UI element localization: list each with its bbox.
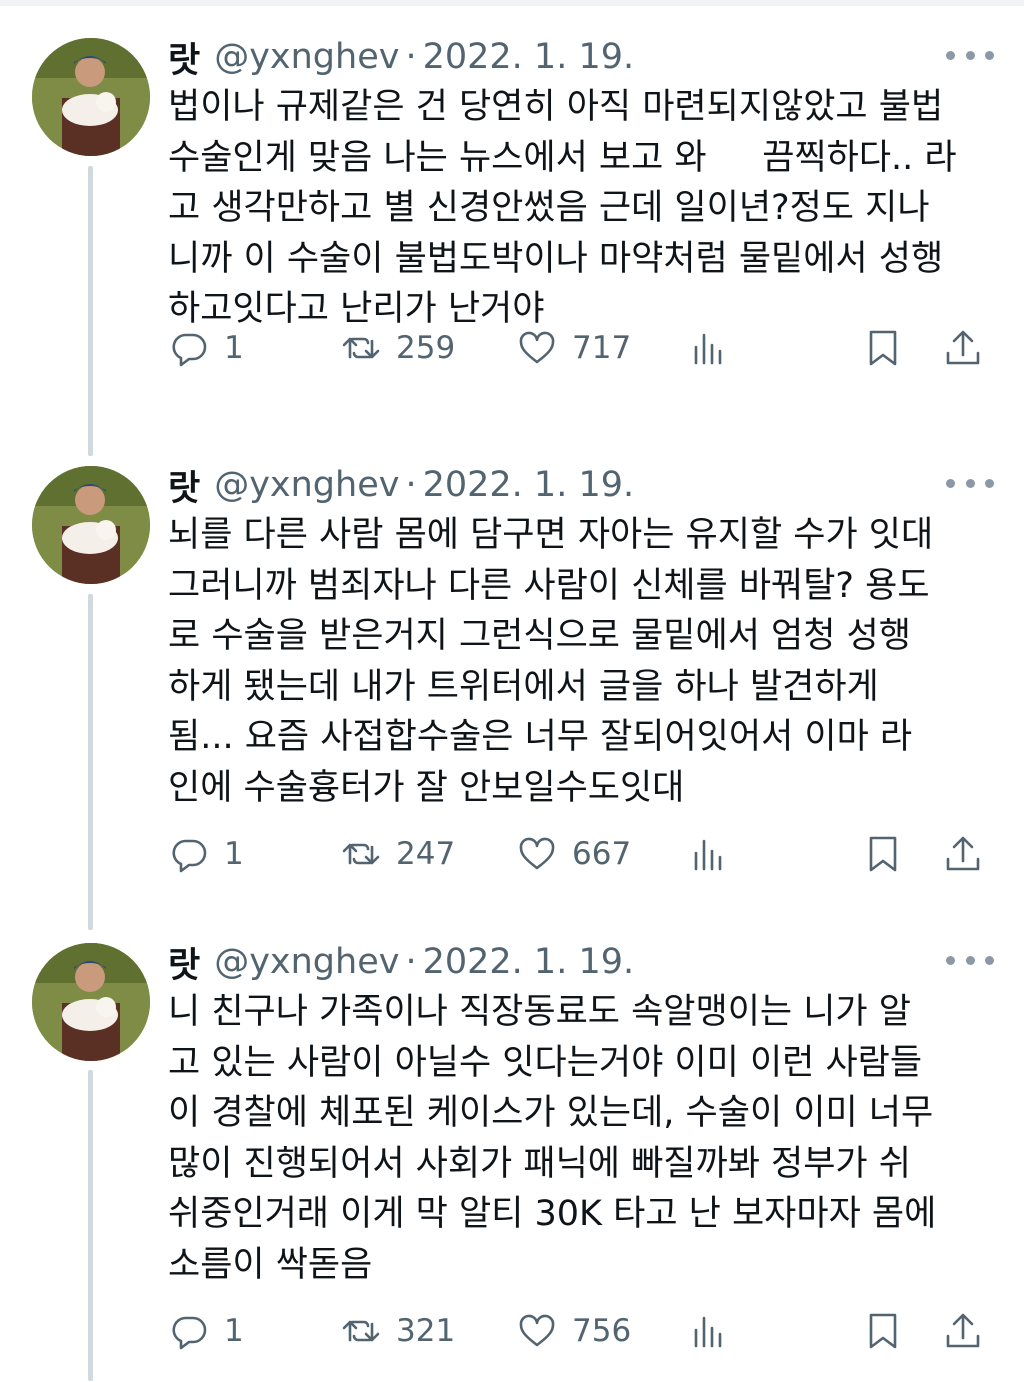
separator-dot: · — [405, 942, 417, 982]
retweet-icon — [342, 1320, 380, 1342]
tweet-text-line: 하게 됐는데 내가 트위터에서 글을 하나 발견하게 — [168, 666, 879, 707]
share-icon — [946, 1313, 980, 1348]
display-name[interactable]: 랏 — [168, 32, 200, 83]
share-icon — [946, 836, 980, 871]
action-bar: 1 259 717 — [168, 320, 998, 376]
more-options-icon[interactable] — [946, 945, 994, 975]
reply-count: 1 — [224, 836, 244, 872]
retweet-button[interactable]: 321 — [340, 1303, 455, 1359]
retweet-button[interactable]: 259 — [340, 320, 455, 376]
views-button[interactable] — [688, 1303, 730, 1359]
share-button[interactable] — [942, 320, 984, 376]
bookmark-icon — [869, 1313, 897, 1349]
user-handle[interactable]: @yxnghev — [214, 942, 399, 982]
separator-dot: · — [405, 37, 417, 77]
tweet-text-line: 로 수술을 받은거지 그런식으로 물밑에서 엄청 성행 — [168, 616, 911, 656]
tweet-text: 뇌를 다른 사람 몸에 담구면 자아는 유지할 수가 잇대 그러니까 범죄자나 … — [168, 510, 998, 813]
like-button[interactable]: 756 — [516, 1303, 631, 1359]
reply-button[interactable]: 1 — [168, 826, 244, 882]
like-button[interactable]: 717 — [516, 320, 631, 376]
tweet-header: 랏 @yxnghev · 2022. 1. 19. — [168, 460, 634, 510]
reply-count: 1 — [224, 1313, 244, 1349]
tweet-text-line: 많이 진행되어서 사회가 패닉에 빠질까봐 정부가 쉬 — [168, 1143, 911, 1184]
analytics-icon — [694, 1316, 722, 1348]
reply-count: 1 — [224, 330, 244, 366]
tweet-text-line: 니까 이 수술이 불법도박이나 마약처럼 물밑에서 성행 — [168, 238, 944, 279]
more-options-icon[interactable] — [946, 468, 994, 498]
user-handle[interactable]: @yxnghev — [214, 37, 399, 77]
retweet-button[interactable]: 247 — [340, 826, 455, 882]
tweet-text-line: 뇌를 다른 사람 몸에 담구면 자아는 유지할 수가 잇대 — [168, 515, 934, 555]
tweet-text-line: 이 경찰에 체포된 케이스가 있는데, 수술이 이미 너무 — [168, 1093, 934, 1133]
user-handle[interactable]: @yxnghev — [214, 465, 399, 505]
like-button[interactable]: 667 — [516, 826, 631, 882]
reply-icon — [172, 333, 207, 367]
tweet[interactable]: 랏 @yxnghev · 2022. 1. 19. 뇌를 다른 사람 몸에 담구… — [0, 428, 1024, 905]
bookmark-button[interactable] — [862, 1303, 904, 1359]
reply-icon — [172, 1316, 207, 1350]
tweet[interactable]: 랏 @yxnghev · 2022. 1. 19. 법이나 규제같은 건 당연히… — [0, 0, 1024, 477]
share-button[interactable] — [942, 1303, 984, 1359]
tweet-header: 랏 @yxnghev · 2022. 1. 19. — [168, 937, 634, 987]
separator-dot: · — [405, 465, 417, 505]
retweet-icon — [342, 843, 380, 865]
heart-icon — [519, 331, 555, 364]
tweet-text-line: 인에 수술흉터가 잘 안보일수도잇대 — [168, 767, 685, 808]
bookmark-icon — [869, 836, 897, 872]
retweet-count: 321 — [396, 1313, 456, 1349]
action-bar: 1 247 667 — [168, 826, 998, 882]
tweet-text: 니 친구나 가족이나 직장동료도 속알맹이는 니가 알 고 있는 사람이 아닐수… — [168, 987, 998, 1290]
action-bar: 1 321 756 — [168, 1303, 998, 1359]
like-count: 717 — [572, 330, 632, 366]
analytics-icon — [694, 839, 722, 871]
tweet-text-line: 쉬중인거래 이게 막 알티 30K 타고 난 보자마자 몸에 — [168, 1194, 937, 1234]
views-button[interactable] — [688, 826, 730, 882]
tweet-text-line: 소름이 싹돋음 — [168, 1244, 373, 1285]
analytics-icon — [694, 333, 722, 365]
avatar[interactable] — [32, 943, 150, 1061]
bookmark-button[interactable] — [862, 826, 904, 882]
share-button[interactable] — [942, 826, 984, 882]
reply-icon — [172, 839, 207, 873]
tweet-text-line: 고 있는 사람이 아닐수 잇다는거야 이미 이런 사람들 — [168, 1042, 923, 1083]
views-button[interactable] — [688, 320, 730, 376]
tweet-text-line: 수술인게 맞음 나는 뉴스에서 보고 와 끔찍하다.. 라 — [168, 137, 957, 178]
tweet-text-line: 됨... 요즘 사접합수술은 너무 잘되어잇어서 이마 라 — [168, 717, 913, 757]
like-count: 667 — [572, 836, 632, 872]
avatar[interactable] — [32, 38, 150, 156]
tweet[interactable]: 랏 @yxnghev · 2022. 1. 19. 니 친구나 가족이나 직장동… — [0, 905, 1024, 1382]
tweet-date[interactable]: 2022. 1. 19. — [423, 465, 635, 505]
more-options-icon[interactable] — [946, 40, 994, 70]
retweet-count: 247 — [396, 836, 456, 872]
tweet-date[interactable]: 2022. 1. 19. — [423, 37, 635, 77]
heart-icon — [519, 837, 555, 870]
tweet-text-line: 법이나 규제같은 건 당연히 아직 마련되지않았고 불법 — [168, 87, 944, 127]
retweet-count: 259 — [396, 330, 456, 366]
display-name[interactable]: 랏 — [168, 460, 200, 511]
bookmark-icon — [869, 330, 897, 366]
tweet-date[interactable]: 2022. 1. 19. — [423, 942, 635, 982]
reply-button[interactable]: 1 — [168, 1303, 244, 1359]
display-name[interactable]: 랏 — [168, 937, 200, 988]
reply-button[interactable]: 1 — [168, 320, 244, 376]
tweet-header: 랏 @yxnghev · 2022. 1. 19. — [168, 32, 634, 82]
like-count: 756 — [572, 1313, 632, 1349]
retweet-icon — [342, 337, 380, 359]
tweet-text: 법이나 규제같은 건 당연히 아직 마련되지않았고 불법 수술인게 맞음 나는 … — [168, 82, 998, 335]
bookmark-button[interactable] — [862, 320, 904, 376]
tweet-text-line: 고 생각만하고 별 신경안썼음 근데 일이년?정도 지나 — [168, 188, 930, 228]
tweet-text-line: 그러니까 범죄자나 다른 사람이 신체를 바꿔탈? 용도 — [168, 565, 930, 606]
heart-icon — [519, 1314, 555, 1347]
tweet-text-line: 니 친구나 가족이나 직장동료도 속알맹이는 니가 알 — [168, 992, 911, 1032]
share-icon — [946, 330, 980, 365]
avatar[interactable] — [32, 466, 150, 584]
